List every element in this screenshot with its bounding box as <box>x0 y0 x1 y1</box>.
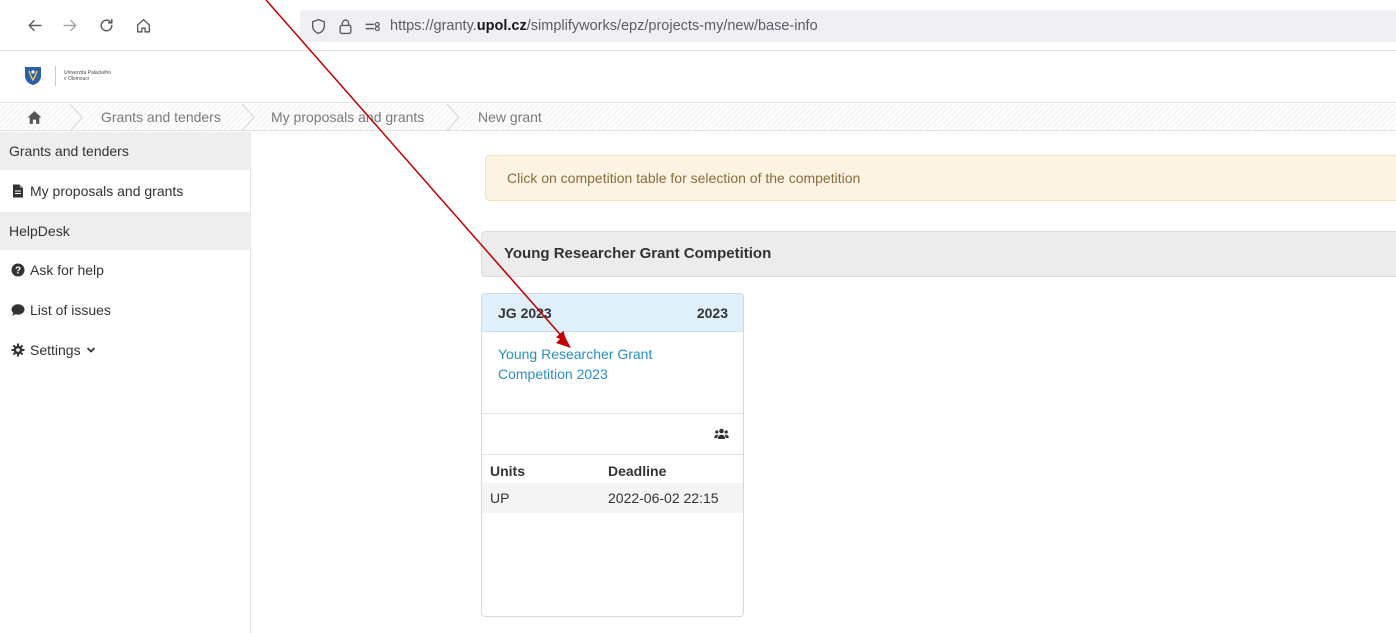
reload-icon[interactable] <box>93 12 119 38</box>
chevron-down-icon <box>86 347 95 353</box>
column-header-deadline: Deadline <box>608 462 667 479</box>
home-icon[interactable] <box>130 12 156 38</box>
competition-year: 2023 <box>696 304 728 321</box>
info-alert: Click on competition table for selection… <box>485 155 1396 201</box>
question-circle-icon: ? <box>10 263 25 278</box>
sidebar-item-label: My proposals and grants <box>30 183 184 199</box>
file-icon <box>10 184 25 199</box>
competition-card[interactable]: JG 2023 2023 Young Researcher Grant Comp… <box>481 293 744 617</box>
sidebar-item-label: Settings <box>30 342 81 358</box>
competition-code: JG 2023 <box>498 304 552 321</box>
back-arrow-icon[interactable] <box>21 12 47 38</box>
logo-text: Univerzita Palackého v Olomouci <box>64 70 124 82</box>
address-bar[interactable]: https://granty.upol.cz/simplifyworks/epz… <box>300 10 1396 42</box>
gear-icon <box>10 343 25 358</box>
sidebar-section-helpdesk: HelpDesk <box>0 212 250 250</box>
table-header-row: Units Deadline <box>482 455 743 483</box>
logo-emblem-icon <box>25 67 41 85</box>
breadcrumb-separator <box>241 104 255 131</box>
breadcrumb: Grants and tenders My proposals and gran… <box>0 104 1396 131</box>
cell-unit: UP <box>482 483 608 513</box>
sidebar-item-label: Ask for help <box>30 262 104 278</box>
breadcrumb-my-proposals[interactable]: My proposals and grants <box>271 104 424 131</box>
shield-icon[interactable] <box>310 18 327 35</box>
svg-text:?: ? <box>14 266 20 277</box>
cell-deadline: 2022-06-02 22:15 <box>608 483 743 513</box>
users-icon <box>714 428 729 439</box>
logo-text-line2: v Olomouci <box>64 76 90 82</box>
app-header: Univerzita Palackého v Olomouci <box>0 51 1396 103</box>
browser-toolbar: https://granty.upol.cz/simplifyworks/epz… <box>0 0 1396 51</box>
logo-separator <box>55 66 56 86</box>
url-domain: upol.cz <box>476 18 527 34</box>
column-header-units: Units <box>490 462 525 479</box>
sidebar-item-my-proposals[interactable]: My proposals and grants <box>0 170 250 212</box>
university-logo[interactable]: Univerzita Palackého v Olomouci <box>24 66 124 86</box>
competition-table: Units Deadline UP 2022-06-02 22:15 <box>482 455 743 513</box>
home-icon[interactable] <box>26 109 43 126</box>
sidebar: Grants and tenders My proposals and gran… <box>0 132 251 633</box>
card-icon-row <box>482 414 743 455</box>
sidebar-section-grants: Grants and tenders <box>0 132 250 170</box>
breadcrumb-grants-tenders[interactable]: Grants and tenders <box>101 104 221 131</box>
permissions-icon[interactable] <box>364 18 381 35</box>
comment-icon <box>10 303 25 318</box>
lock-icon[interactable] <box>337 18 354 35</box>
url-text[interactable]: https://granty.upol.cz/simplifyworks/epz… <box>390 18 818 34</box>
breadcrumb-new-grant: New grant <box>478 109 542 125</box>
sidebar-item-ask-help[interactable]: ? Ask for help <box>0 250 250 290</box>
forward-arrow-icon[interactable] <box>57 12 83 38</box>
competition-title-link[interactable]: Young Researcher Grant Competition 2023 <box>482 332 743 413</box>
competition-section-title: Young Researcher Grant Competition <box>481 231 1396 277</box>
breadcrumb-separator <box>69 104 83 131</box>
url-prefix: https://granty. <box>390 18 477 34</box>
url-path: /simplifyworks/epz/projects-my/new/base-… <box>526 18 818 34</box>
breadcrumb-separator <box>446 104 460 131</box>
sidebar-item-settings[interactable]: Settings <box>0 330 250 370</box>
table-row: UP 2022-06-02 22:15 <box>482 483 743 513</box>
sidebar-item-list-issues[interactable]: List of issues <box>0 290 250 330</box>
sidebar-item-label: List of issues <box>30 302 111 318</box>
card-header[interactable]: JG 2023 2023 <box>482 294 743 332</box>
